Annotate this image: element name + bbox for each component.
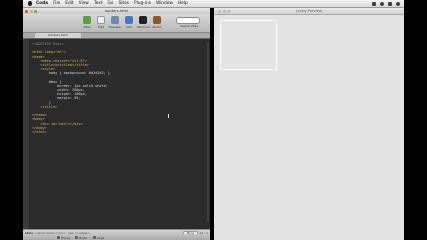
- spotlight-icon[interactable]: [396, 1, 400, 6]
- preview-content: [214, 15, 404, 240]
- coda-toolbar: Sites Edit Preview CSS Terminal Books Se…: [23, 14, 210, 33]
- tab-borders-html[interactable]: borders.html: [35, 33, 81, 38]
- editor-scrollbar[interactable]: [207, 42, 209, 222]
- menu-file[interactable]: File: [53, 1, 60, 6]
- preview-titlebar: Lively Preview: [214, 8, 404, 15]
- code-line: body { background: #d2d2d2; }: [32, 71, 110, 76]
- coda-window: borders.html Sites Edit Preview CSS Term…: [23, 8, 210, 240]
- preview-button[interactable]: Preview: [109, 16, 121, 29]
- css-icon: [125, 16, 133, 24]
- menu-help[interactable]: Help: [178, 1, 188, 6]
- bottom-bar: Home Hints Clips: [23, 234, 210, 240]
- terminal-icon: [139, 16, 147, 24]
- sites-icon: [83, 16, 91, 24]
- menu-sites[interactable]: Sites: [119, 1, 130, 6]
- screen: Coda File Edit View Text Go Sites Plug-i…: [0, 0, 427, 240]
- menu-edit[interactable]: Edit: [65, 1, 73, 6]
- terminal-button[interactable]: Terminal: [137, 16, 150, 29]
- search-files-label: Search Files: [180, 24, 198, 28]
- home-button[interactable]: Home: [57, 236, 70, 240]
- preview-box: [220, 20, 277, 70]
- menu-text[interactable]: Text: [94, 1, 103, 6]
- css-button[interactable]: CSS: [123, 16, 135, 29]
- code-editor[interactable]: <!DOCTYPE html> <html lang="en"> <head> <m…: [23, 39, 210, 229]
- home-icon: [57, 236, 60, 239]
- menu-plugins[interactable]: Plug-ins: [134, 1, 151, 6]
- preview-window-title: Lively Preview: [296, 9, 322, 13]
- menu-go[interactable]: Go: [108, 1, 114, 6]
- clips-button[interactable]: Clips: [93, 236, 104, 240]
- menu-window[interactable]: Window: [156, 1, 173, 6]
- menu-coda[interactable]: Coda: [36, 1, 48, 6]
- window-title: borders.html: [104, 9, 129, 13]
- code-content[interactable]: <!DOCTYPE html> <html lang="en"> <head> <m…: [32, 42, 110, 134]
- menu-view[interactable]: View: [79, 1, 89, 6]
- sites-button[interactable]: Sites: [81, 16, 93, 29]
- hints-icon: [75, 236, 78, 239]
- line-gutter: [23, 39, 30, 229]
- books-icon: [153, 16, 161, 24]
- text-cursor: [168, 114, 169, 118]
- preview-icon: [111, 16, 119, 24]
- edit-icon: [97, 16, 105, 24]
- code-line: </html>: [32, 129, 47, 134]
- menubar: Coda File Edit View Text Go Sites Plug-i…: [23, 0, 404, 8]
- wifi-icon[interactable]: [372, 1, 376, 6]
- hints-button[interactable]: Hints: [75, 236, 87, 240]
- search-files-input[interactable]: [176, 17, 200, 24]
- menubar-tray: [372, 1, 404, 6]
- apple-menu-icon[interactable]: [28, 1, 32, 6]
- preview-window: Lively Preview: [214, 8, 404, 240]
- edit-button[interactable]: Edit: [95, 16, 107, 29]
- battery-icon[interactable]: [388, 1, 392, 6]
- clips-icon: [93, 236, 96, 239]
- books-button[interactable]: Books: [151, 16, 163, 29]
- volume-icon[interactable]: [380, 1, 384, 6]
